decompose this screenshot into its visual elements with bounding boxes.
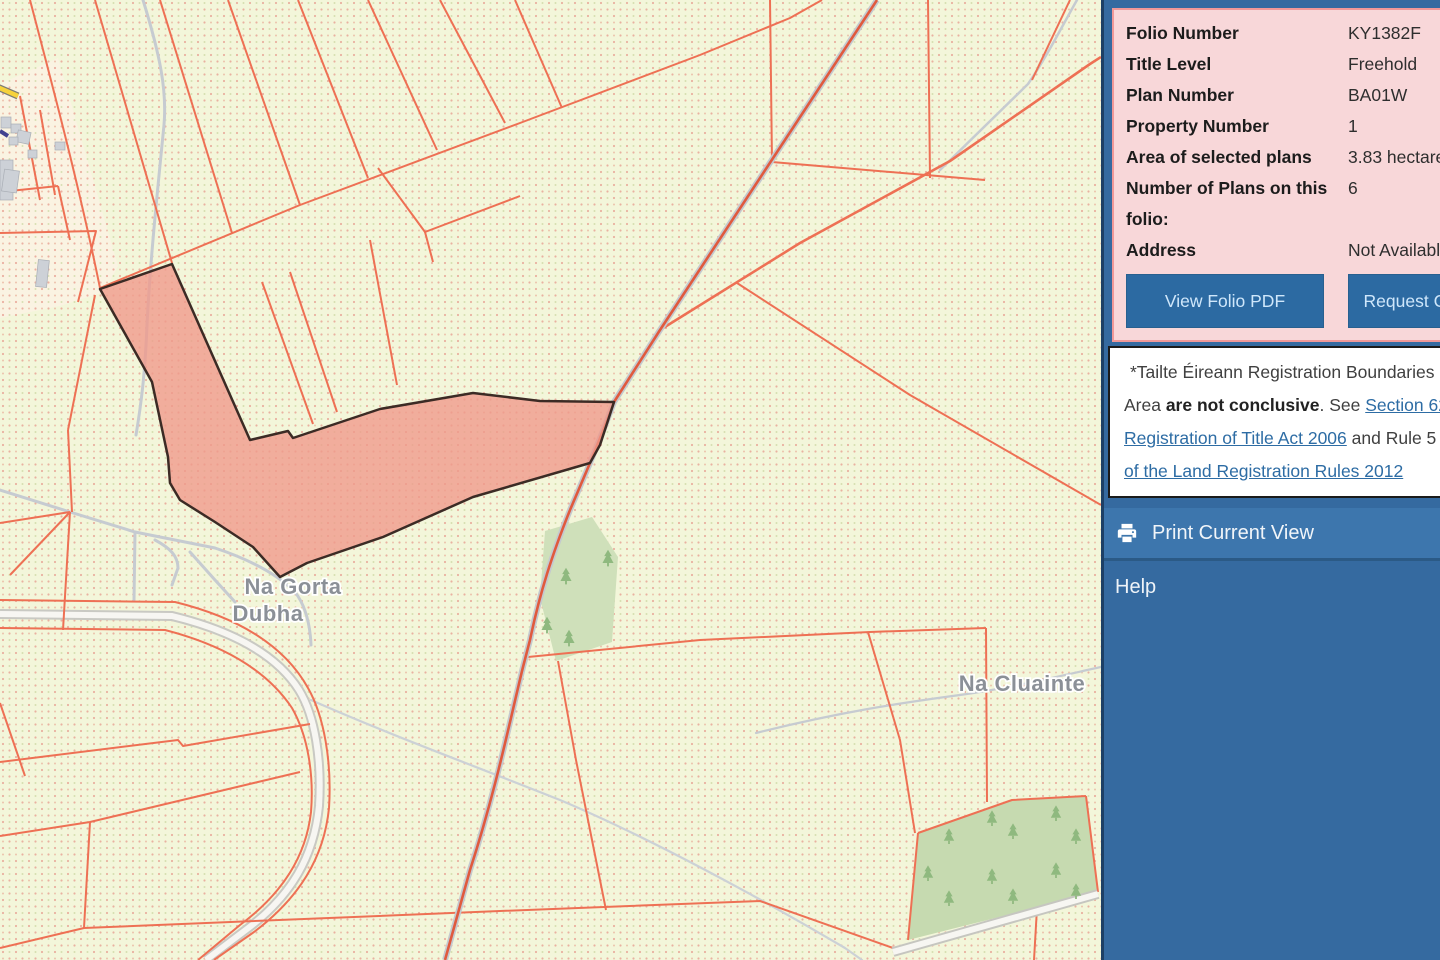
disclaimer-line: of the Land Registration Rules 2012: [1124, 455, 1440, 488]
help-label: Help: [1115, 576, 1156, 599]
folio-row-label: Address: [1126, 235, 1348, 266]
folio-row-value: Not Available: [1348, 235, 1440, 266]
folio-row-value: 1: [1348, 111, 1440, 142]
printer-icon: [1116, 522, 1138, 544]
folio-row-label: Title Level: [1126, 49, 1348, 80]
disclaimer-line: Area are not conclusive. See Section 62: [1124, 389, 1440, 422]
view-folio-pdf-button[interactable]: View Folio PDF: [1126, 274, 1324, 328]
disclaimer-text: are not conclusive: [1166, 395, 1320, 415]
info-panel: Folio NumberKY1382FTitle LevelFreeholdPl…: [1101, 0, 1440, 960]
folio-row-label: Area of selected plans: [1126, 142, 1348, 173]
disclaimer-line: Registration of Title Act 2006 and Rule …: [1124, 422, 1440, 455]
map-viewport[interactable]: Na GortaDubha Na Cluainte: [0, 0, 1101, 960]
folio-row-value: 6: [1348, 173, 1440, 235]
request-certified-copy-button[interactable]: Request Certified Copy: [1348, 274, 1440, 328]
folio-info-row: Title LevelFreehold: [1126, 49, 1440, 80]
landdirect-map-viewer: Na GortaDubha Na Cluainte Folio NumberKY1…: [0, 0, 1440, 960]
map-dot-texture: [0, 0, 1101, 960]
disclaimer-text: . See: [1320, 395, 1366, 415]
townland-label: Na Cluainte: [959, 671, 1086, 696]
folio-info-rows: Folio NumberKY1382FTitle LevelFreeholdPl…: [1126, 18, 1440, 266]
disclaimer-text: *Tailte Éireann Registration Boundaries …: [1130, 362, 1440, 382]
disclaimer-text: and Rule 5: [1347, 428, 1437, 448]
help-link[interactable]: Help: [1104, 561, 1440, 613]
folio-row-label: Property Number: [1126, 111, 1348, 142]
disclaimer-link[interactable]: of the Land Registration Rules 2012: [1124, 461, 1403, 481]
folio-info-row: AddressNot Available: [1126, 235, 1440, 266]
folio-info-card: Folio NumberKY1382FTitle LevelFreeholdPl…: [1112, 8, 1440, 342]
disclaimer-note: *Tailte Éireann Registration Boundaries …: [1108, 346, 1440, 498]
print-current-view-label: Print Current View: [1152, 522, 1314, 545]
folio-row-value: BA01W: [1348, 80, 1440, 111]
folio-row-value: 3.83 hectares: [1348, 142, 1440, 173]
townland-label: Na Gorta: [245, 574, 342, 599]
map-svg[interactable]: Na GortaDubha Na Cluainte: [0, 0, 1101, 960]
folio-info-row: Property Number1: [1126, 111, 1440, 142]
disclaimer-text: Area: [1124, 395, 1166, 415]
folio-info-row: Folio NumberKY1382F: [1126, 18, 1440, 49]
folio-row-label: Plan Number: [1126, 80, 1348, 111]
print-current-view-button[interactable]: Print Current View: [1104, 508, 1440, 561]
folio-row-label: Number of Plans on this folio:: [1126, 173, 1348, 235]
disclaimer-line: *Tailte Éireann Registration Boundaries …: [1124, 356, 1440, 389]
disclaimer-link[interactable]: Registration of Title Act 2006: [1124, 428, 1347, 448]
folio-info-row: Plan NumberBA01W: [1126, 80, 1440, 111]
folio-info-row: Number of Plans on this folio:6: [1126, 173, 1440, 235]
folio-row-value: KY1382F: [1348, 18, 1440, 49]
disclaimer-link[interactable]: Section 62: [1365, 395, 1440, 415]
folio-info-row: Area of selected plans3.83 hectares: [1126, 142, 1440, 173]
folio-actions: View Folio PDF Request Certified Copy: [1126, 274, 1440, 328]
folio-row-value: Freehold: [1348, 49, 1440, 80]
folio-row-label: Folio Number: [1126, 18, 1348, 49]
townland-label: Dubha: [233, 601, 304, 626]
